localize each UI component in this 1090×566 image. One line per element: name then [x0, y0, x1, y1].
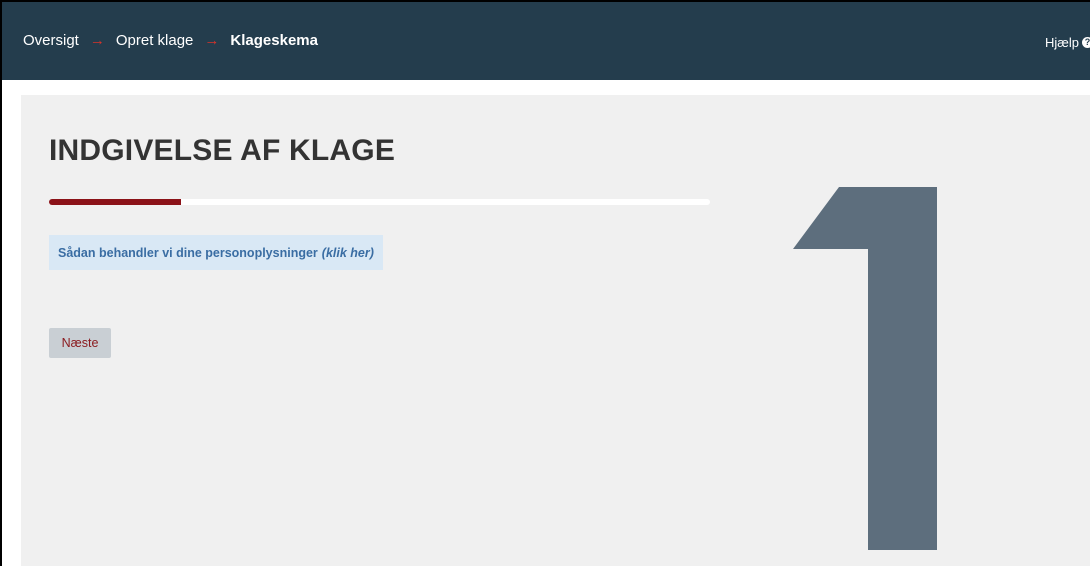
step-number-graphic: [793, 187, 937, 550]
progress-bar-fill: [49, 199, 182, 205]
privacy-link-hint: (klik her): [321, 245, 374, 260]
breadcrumb-opret-klage[interactable]: Opret klage: [116, 32, 194, 49]
breadcrumb-klageskema: Klageskema: [230, 32, 318, 49]
arrow-right-icon: →: [204, 32, 220, 49]
next-button[interactable]: Næste: [49, 328, 111, 358]
page-title: INDGIVELSE AF KLAGE: [49, 134, 396, 167]
breadcrumb: Oversigt → Opret klage → Klageskema: [23, 32, 318, 49]
privacy-link-label: Sådan behandler vi dine personoplysninge…: [58, 245, 318, 260]
privacy-info-link[interactable]: Sådan behandler vi dine personoplysninge…: [49, 235, 383, 270]
breadcrumb-oversigt[interactable]: Oversigt: [23, 32, 79, 49]
top-navigation-bar: Oversigt → Opret klage → Klageskema Hjæl…: [2, 2, 1090, 80]
question-circle-icon: ?: [1082, 37, 1090, 48]
help-link[interactable]: Hjælp ?: [1045, 35, 1090, 50]
arrow-right-icon: →: [89, 32, 105, 49]
help-label: Hjælp: [1045, 35, 1079, 50]
progress-bar: [49, 199, 710, 205]
content-panel: INDGIVELSE AF KLAGE Sådan behandler vi d…: [21, 95, 1090, 566]
